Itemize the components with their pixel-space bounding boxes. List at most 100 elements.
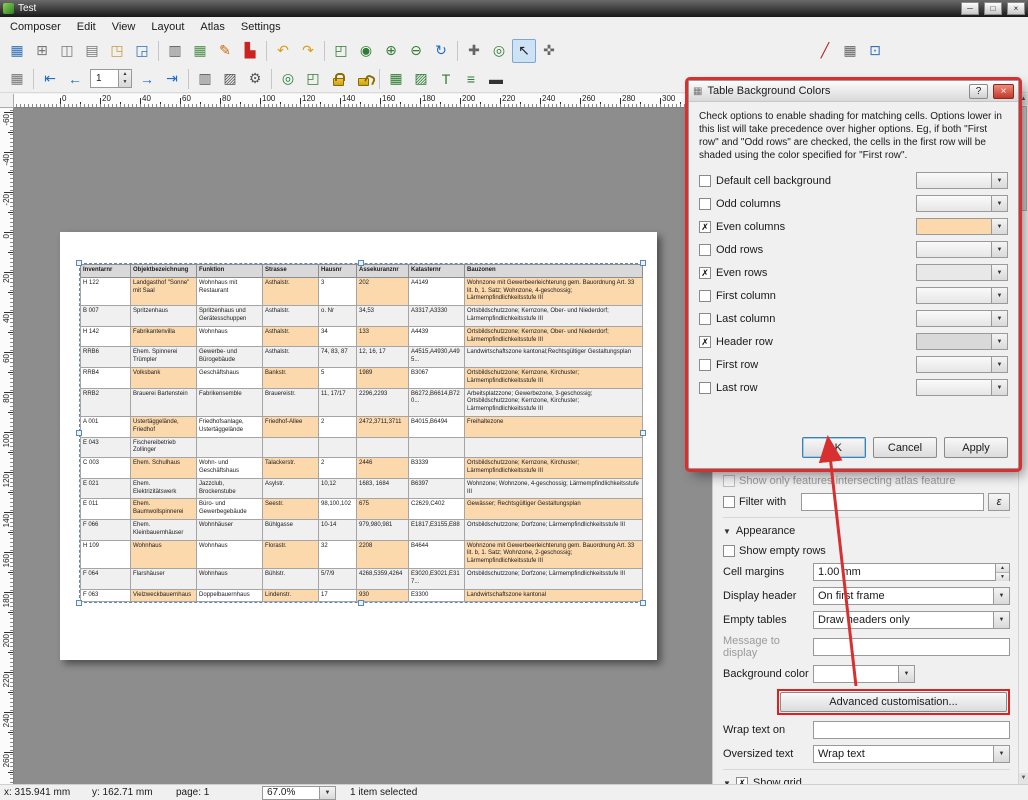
chevron-down-icon[interactable]: ▼ xyxy=(993,612,1009,628)
first-column-checkbox[interactable] xyxy=(699,290,711,302)
chevron-down-icon[interactable]: ▼ xyxy=(991,173,1007,188)
resize-handle[interactable] xyxy=(76,430,82,436)
zoom-tool-icon[interactable]: ◎ xyxy=(487,39,511,63)
background-color-picker[interactable]: ▼ xyxy=(813,665,915,683)
even-rows-color-picker[interactable]: ▼ xyxy=(916,264,1008,281)
atlas-settings-icon[interactable]: ⚙ xyxy=(243,67,267,91)
chevron-down-icon[interactable]: ▼ xyxy=(991,334,1007,349)
resize-handle[interactable] xyxy=(76,600,82,606)
chevron-down-icon[interactable]: ▼ xyxy=(319,787,335,799)
last-row-color-picker[interactable]: ▼ xyxy=(916,379,1008,396)
resize-handle[interactable] xyxy=(640,430,646,436)
add-image-icon[interactable]: ▨ xyxy=(409,67,433,91)
chevron-down-icon[interactable]: ▼ xyxy=(991,265,1007,280)
zoom-window-icon[interactable]: ◰ xyxy=(301,67,325,91)
maximize-button[interactable]: □ xyxy=(984,2,1002,15)
lock-selected-items-icon[interactable] xyxy=(326,67,350,91)
odd-columns-color-picker[interactable]: ▼ xyxy=(916,195,1008,212)
select-move-item-icon[interactable]: ↖ xyxy=(512,39,536,63)
last-column-checkbox[interactable] xyxy=(699,313,711,325)
message-to-display-input[interactable] xyxy=(813,638,1010,656)
vertical-scrollbar[interactable]: ▲ ▼ xyxy=(1018,94,1028,784)
cell-margins-spinner[interactable]: 1.00 mm ▲▼ xyxy=(813,563,1010,581)
atlas-previous-feature-icon[interactable]: ← xyxy=(63,67,87,91)
even-rows-checkbox[interactable]: ✗ xyxy=(699,267,711,279)
spinner-buttons[interactable]: ▲▼ xyxy=(995,564,1009,580)
menu-settings[interactable]: Settings xyxy=(233,19,289,35)
cancel-button[interactable]: Cancel xyxy=(873,437,937,458)
table-selection-frame[interactable]: InventarnrObjektbezeichnungFunktionStras… xyxy=(79,263,643,603)
scroll-up-icon[interactable]: ▲ xyxy=(1019,94,1028,105)
display-header-combo[interactable]: On first frame ▼ xyxy=(813,587,1010,605)
help-button[interactable]: ? xyxy=(969,84,988,99)
chevron-down-icon[interactable]: ▼ xyxy=(991,288,1007,303)
filter-input[interactable] xyxy=(801,493,984,511)
pan-icon[interactable]: ✚ xyxy=(462,39,486,63)
first-column-color-picker[interactable]: ▼ xyxy=(916,287,1008,304)
chevron-down-icon[interactable]: ▼ xyxy=(991,219,1007,234)
dialog-titlebar[interactable]: ▦ Table Background Colors ? × xyxy=(689,81,1018,102)
oversized-text-combo[interactable]: Wrap text ▼ xyxy=(813,745,1010,763)
resize-handle[interactable] xyxy=(358,260,364,266)
zoom-level-combo[interactable]: 67.0% ▼ xyxy=(262,786,336,800)
print-atlas-icon[interactable]: ▥ xyxy=(193,67,217,91)
header-row-color-picker[interactable]: ▼ xyxy=(916,333,1008,350)
spin-down-icon[interactable]: ▼ xyxy=(996,573,1009,581)
undo-icon[interactable]: ↶ xyxy=(271,39,295,63)
atlas-preview-icon[interactable]: ▦ xyxy=(5,67,29,91)
odd-rows-color-picker[interactable]: ▼ xyxy=(916,241,1008,258)
spinner-arrows-icon[interactable]: ▲▼ xyxy=(118,70,131,87)
scroll-down-icon[interactable]: ▼ xyxy=(1019,773,1028,784)
add-legend-icon[interactable]: ≡ xyxy=(459,67,483,91)
even-columns-color-picker[interactable]: ▼ xyxy=(916,218,1008,235)
header-row-checkbox[interactable]: ✗ xyxy=(699,336,711,348)
appearance-section-header[interactable]: Appearance xyxy=(736,525,795,537)
unlock-all-items-icon[interactable] xyxy=(351,67,375,91)
minimize-button[interactable]: ─ xyxy=(961,2,979,15)
chevron-down-icon[interactable]: ▼ xyxy=(723,779,731,785)
empty-tables-combo[interactable]: Draw headers only ▼ xyxy=(813,611,1010,629)
atlas-intersect-checkbox[interactable] xyxy=(723,475,735,487)
zoom-out-icon[interactable]: ⊖ xyxy=(404,39,428,63)
export-pdf-icon[interactable]: ▙ xyxy=(238,39,262,63)
chevron-down-icon[interactable]: ▼ xyxy=(991,196,1007,211)
chevron-down-icon[interactable]: ▼ xyxy=(993,746,1009,762)
menu-edit[interactable]: Edit xyxy=(69,19,104,35)
new-composition-icon[interactable]: ⊞ xyxy=(30,39,54,63)
menu-atlas[interactable]: Atlas xyxy=(192,19,232,35)
menu-layout[interactable]: Layout xyxy=(143,19,192,35)
advanced-customisation-button[interactable]: Advanced customisation... xyxy=(780,692,1007,712)
odd-rows-checkbox[interactable] xyxy=(699,244,711,256)
add-attribute-table-icon[interactable]: ▦ xyxy=(838,39,862,63)
last-column-color-picker[interactable]: ▼ xyxy=(916,310,1008,327)
add-new-map-icon[interactable]: ▦ xyxy=(384,67,408,91)
filter-with-checkbox[interactable] xyxy=(723,496,735,508)
chevron-down-icon[interactable]: ▼ xyxy=(991,242,1007,257)
even-columns-checkbox[interactable]: ✗ xyxy=(699,221,711,233)
first-row-color-picker[interactable]: ▼ xyxy=(916,356,1008,373)
chevron-down-icon[interactable]: ▼ xyxy=(991,380,1007,395)
scrollbar-thumb[interactable] xyxy=(1020,106,1027,211)
redo-icon[interactable]: ↷ xyxy=(296,39,320,63)
add-scalebar-icon[interactable]: ▬ xyxy=(484,67,508,91)
chevron-down-icon[interactable]: ▼ xyxy=(898,666,914,682)
chevron-down-icon[interactable]: ▼ xyxy=(991,311,1007,326)
close-button[interactable]: × xyxy=(1007,2,1025,15)
export-atlas-icon[interactable]: ▨ xyxy=(218,67,242,91)
apply-button[interactable]: Apply xyxy=(944,437,1008,458)
last-row-checkbox[interactable] xyxy=(699,382,711,394)
paper-sheet[interactable]: InventarnrObjektbezeichnungFunktionStras… xyxy=(60,232,657,660)
refresh-view-icon[interactable]: ↻ xyxy=(429,39,453,63)
resize-handle[interactable] xyxy=(640,260,646,266)
save-project-icon[interactable]: ▦ xyxy=(5,39,29,63)
zoom-in-icon[interactable]: ⊕ xyxy=(379,39,403,63)
show-grid-checkbox[interactable]: ✗ xyxy=(736,777,748,784)
wrap-text-on-input[interactable] xyxy=(813,721,1010,739)
zoom-full-icon[interactable]: ◰ xyxy=(329,39,353,63)
zoom-to-selection-icon[interactable]: ◎ xyxy=(276,67,300,91)
odd-columns-checkbox[interactable] xyxy=(699,198,711,210)
chevron-down-icon[interactable]: ▼ xyxy=(991,357,1007,372)
atlas-next-feature-icon[interactable]: → xyxy=(135,67,159,91)
show-empty-rows-checkbox[interactable] xyxy=(723,545,735,557)
add-arrow-icon[interactable]: ╱ xyxy=(813,39,837,63)
